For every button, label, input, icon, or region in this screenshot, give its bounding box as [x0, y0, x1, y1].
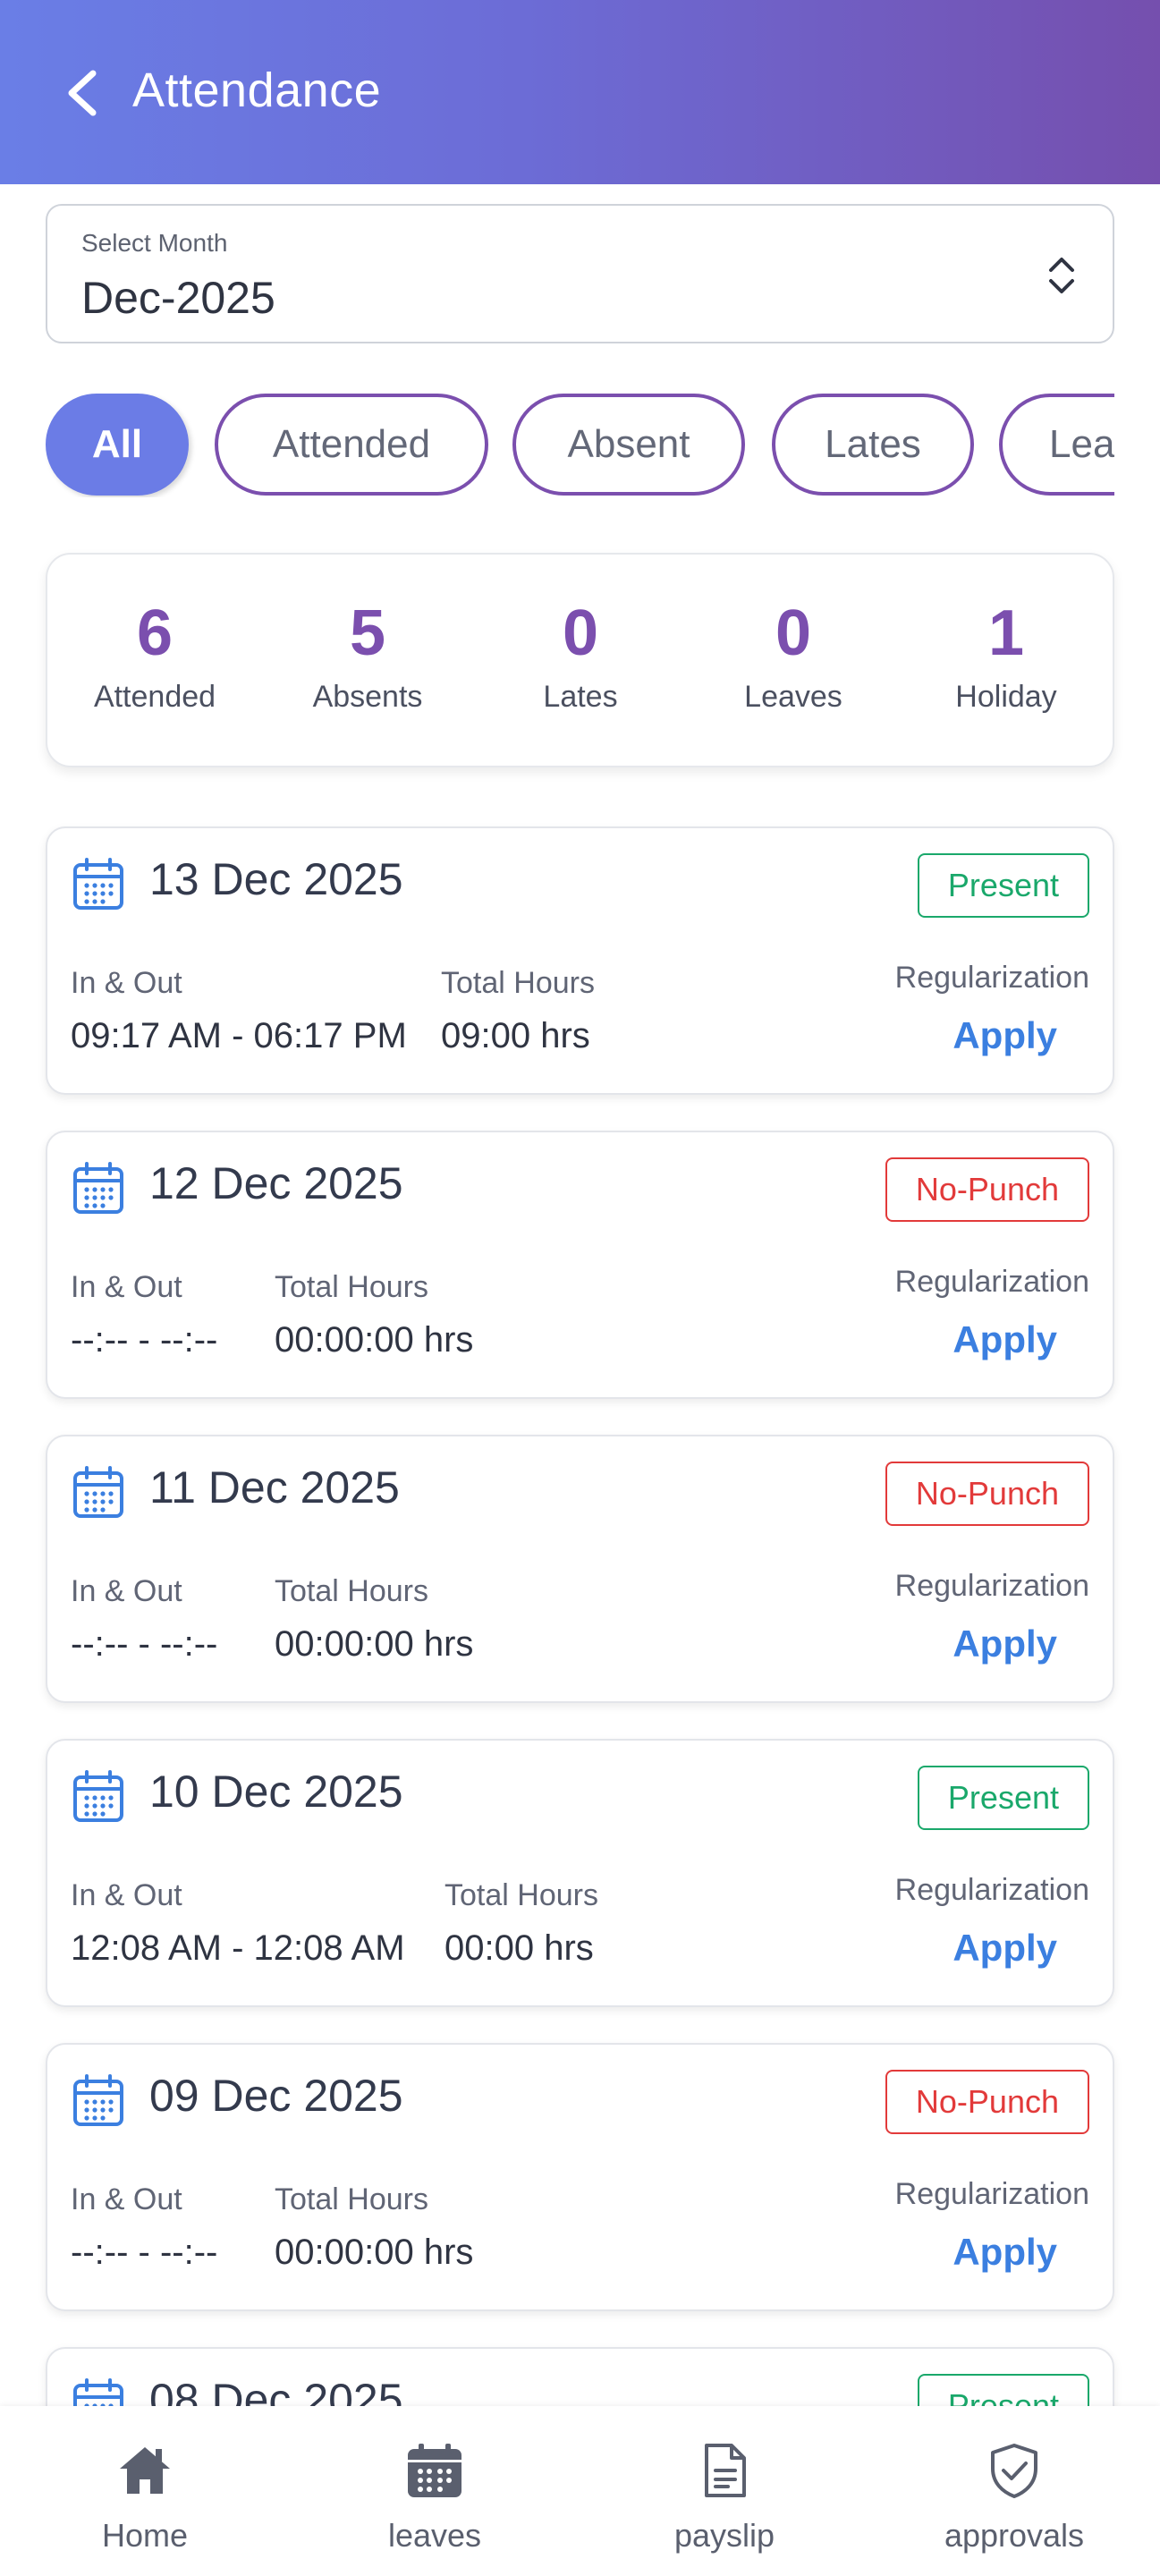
- record-date: 13 Dec 2025: [149, 854, 403, 904]
- calendar-icon: [73, 1162, 123, 1214]
- in-out-label: In & Out: [71, 2182, 182, 2216]
- status-badge: No-Punch: [885, 1462, 1089, 1526]
- regularization-label: Regularization: [894, 1569, 1089, 1603]
- apply-regularization-button[interactable]: Apply: [953, 1927, 1057, 1970]
- home-icon: [120, 2447, 170, 2494]
- bottom-navigation: Home leaves payslip approvals: [0, 2406, 1160, 2576]
- apply-regularization-button[interactable]: Apply: [953, 2231, 1057, 2274]
- regularization-label: Regularization: [894, 2177, 1089, 2211]
- nav-label: payslip: [673, 2517, 775, 2554]
- summary-count: 0: [562, 597, 599, 669]
- in-out-value: 12:08 AM - 12:08 AM: [71, 1928, 405, 1968]
- summary-label: Lates: [543, 680, 618, 714]
- summary-attended: 6 Attended: [47, 599, 262, 715]
- total-hours-label: Total Hours: [275, 2182, 428, 2216]
- calendar-icon: [408, 2444, 461, 2497]
- nav-label: Home: [101, 2517, 189, 2554]
- attendance-card: 11 Dec 2025 No-Punch In & Out Total Hour…: [46, 1435, 1114, 1703]
- regularization-label: Regularization: [894, 1873, 1089, 1907]
- filter-chip-attended[interactable]: Attended: [215, 394, 488, 496]
- regularization-label: Regularization: [894, 1265, 1089, 1299]
- total-hours-label: Total Hours: [275, 1574, 428, 1608]
- in-out-value: --:-- - --:--: [71, 1320, 218, 1360]
- attendance-card: 10 Dec 2025 Present In & Out Total Hours…: [46, 1739, 1114, 2007]
- record-date: 10 Dec 2025: [149, 1767, 403, 1817]
- filter-chip-lates[interactable]: Lates: [772, 394, 974, 496]
- calendar-icon: [73, 1770, 123, 1822]
- apply-regularization-button[interactable]: Apply: [953, 1014, 1057, 1057]
- record-date: 11 Dec 2025: [149, 1462, 400, 1513]
- summary-count: 6: [136, 597, 174, 669]
- calendar-icon: [73, 2074, 123, 2126]
- apply-regularization-button[interactable]: Apply: [953, 1318, 1057, 1361]
- chevron-left-icon[interactable]: [63, 68, 102, 118]
- calendar-icon: [73, 1466, 123, 1518]
- in-out-value: 09:17 AM - 06:17 PM: [71, 1016, 407, 1055]
- attendance-card: 09 Dec 2025 No-Punch In & Out Total Hour…: [46, 2043, 1114, 2311]
- summary-count: 5: [349, 597, 386, 669]
- nav-label: approvals: [944, 2517, 1085, 2554]
- summary-label: Leaves: [744, 680, 842, 714]
- regularization-label: Regularization: [894, 961, 1089, 995]
- total-hours-value: 09:00 hrs: [441, 1016, 590, 1055]
- attendance-card: 12 Dec 2025 No-Punch In & Out Total Hour…: [46, 1131, 1114, 1399]
- status-badge: Present: [917, 853, 1089, 918]
- document-icon: [705, 2444, 746, 2497]
- nav-item-home[interactable]: Home: [0, 2406, 290, 2576]
- filter-chips: All Attended Absent Lates Lea: [46, 394, 1114, 497]
- in-out-value: --:-- - --:--: [71, 2233, 218, 2272]
- total-hours-value: 00:00:00 hrs: [275, 1320, 474, 1360]
- summary-lates: 0 Lates: [473, 599, 688, 715]
- record-date: 09 Dec 2025: [149, 2071, 403, 2121]
- summary-label: Attended: [93, 680, 216, 714]
- in-out-label: In & Out: [71, 1270, 182, 1304]
- summary-count: 0: [775, 597, 812, 669]
- in-out-label: In & Out: [71, 1878, 182, 1912]
- nav-item-leaves[interactable]: leaves: [290, 2406, 580, 2576]
- status-badge: No-Punch: [885, 2070, 1089, 2134]
- summary-absents: 5 Absents: [260, 599, 475, 715]
- nav-item-approvals[interactable]: approvals: [869, 2406, 1159, 2576]
- status-badge: Present: [917, 1766, 1089, 1830]
- month-select-label: Select Month: [81, 229, 228, 257]
- status-badge: No-Punch: [885, 1157, 1089, 1222]
- record-date: 12 Dec 2025: [149, 1158, 403, 1208]
- chevron-up-down-icon: [1049, 258, 1074, 293]
- total-hours-value: 00:00:00 hrs: [275, 2233, 474, 2272]
- total-hours-value: 00:00 hrs: [445, 1928, 594, 1968]
- summary-count: 1: [987, 597, 1025, 669]
- shield-check-icon: [991, 2444, 1037, 2498]
- summary-holiday: 1 Holiday: [899, 599, 1113, 715]
- total-hours-label: Total Hours: [445, 1878, 598, 1912]
- apply-regularization-button[interactable]: Apply: [953, 1623, 1057, 1665]
- nav-item-payslip[interactable]: payslip: [580, 2406, 869, 2576]
- nav-label: leaves: [387, 2517, 482, 2554]
- in-out-label: In & Out: [71, 1574, 182, 1608]
- total-hours-value: 00:00:00 hrs: [275, 1624, 474, 1664]
- month-select-value: Dec-2025: [81, 273, 275, 323]
- attendance-card: 13 Dec 2025 Present In & Out Total Hours…: [46, 826, 1114, 1095]
- attendance-summary: 6 Attended 5 Absents 0 Lates 0 Leaves 1 …: [46, 553, 1114, 767]
- filter-chip-absent[interactable]: Absent: [512, 394, 745, 496]
- filter-chip-all[interactable]: All: [46, 394, 189, 496]
- filter-chip-leaves[interactable]: Lea: [999, 394, 1114, 496]
- calendar-icon: [73, 858, 123, 910]
- in-out-value: --:-- - --:--: [71, 1624, 218, 1664]
- summary-label: Absents: [312, 680, 423, 714]
- summary-leaves: 0 Leaves: [686, 599, 901, 715]
- month-select[interactable]: Select Month Dec-2025: [46, 204, 1114, 343]
- app-header: Attendance: [0, 0, 1160, 184]
- total-hours-label: Total Hours: [441, 966, 595, 1000]
- total-hours-label: Total Hours: [275, 1270, 428, 1304]
- in-out-label: In & Out: [71, 966, 182, 1000]
- page-title: Attendance: [132, 64, 382, 117]
- summary-label: Holiday: [955, 680, 1057, 714]
